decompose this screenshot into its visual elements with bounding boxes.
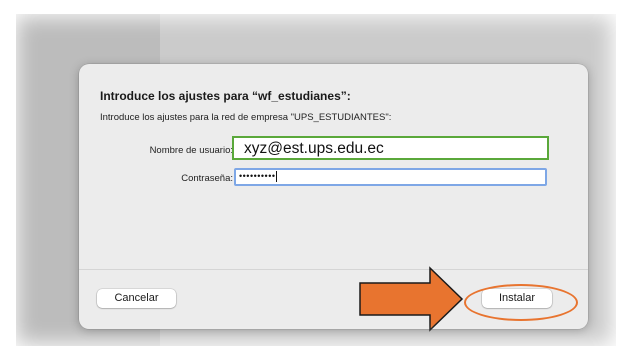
- text-caret: [275, 171, 277, 183]
- username-label: Nombre de usuario:: [149, 145, 233, 156]
- password-dots: ••••••••••: [239, 171, 276, 181]
- footer-divider: [79, 269, 588, 270]
- dialog-title: Introduce los ajustes para “wf_estudiane…: [100, 89, 351, 103]
- password-field[interactable]: ••••••••••: [234, 168, 547, 186]
- network-settings-dialog: Introduce los ajustes para “wf_estudiane…: [79, 64, 588, 329]
- cancel-button[interactable]: Cancelar: [97, 289, 176, 308]
- dialog-subtitle: Introduce los ajustes para la red de emp…: [100, 112, 392, 123]
- username-value: xyz@est.ups.edu.ec: [244, 140, 384, 157]
- password-label: Contraseña:: [181, 173, 233, 184]
- username-field[interactable]: xyz@est.ups.edu.ec: [232, 136, 549, 160]
- password-value: ••••••••••: [239, 171, 277, 183]
- install-button[interactable]: Instalar: [482, 289, 552, 308]
